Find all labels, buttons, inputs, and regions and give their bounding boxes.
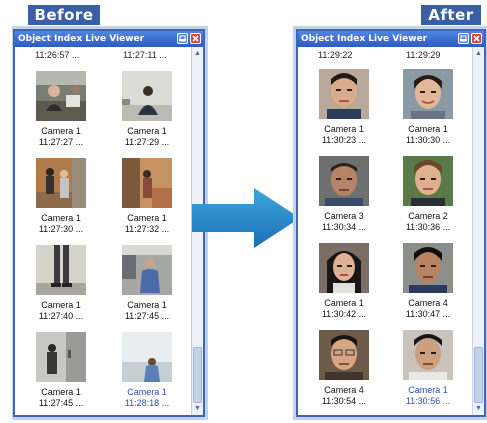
camera-label: Camera 4 bbox=[408, 298, 448, 308]
after-thumbnail-item-selected[interactable]: Camera 1 11:30:56 ... bbox=[393, 330, 463, 407]
face-icon bbox=[403, 156, 453, 206]
after-minimize-button[interactable] bbox=[458, 33, 469, 44]
camera-label: Camera 1 bbox=[324, 124, 364, 134]
door-person-icon bbox=[36, 332, 86, 382]
before-close-button[interactable] bbox=[190, 33, 201, 44]
timestamp: 11:27:30 ... bbox=[38, 224, 84, 234]
before-thumbnail-item-selected[interactable]: Camera 1 11:28:18 ... bbox=[112, 332, 182, 409]
before-thumbnail-item[interactable]: Camera 1 11:27:30 ... bbox=[26, 158, 96, 235]
after-scroll-down-icon[interactable]: ▼ bbox=[474, 404, 483, 413]
camera-label: Camera 2 bbox=[408, 211, 448, 221]
after-thumbnail-item[interactable]: Camera 2 11:30:36 ... bbox=[393, 156, 463, 233]
camera-label: Camera 1 bbox=[41, 213, 81, 223]
timestamp: 11:30:30 ... bbox=[405, 135, 451, 145]
before-scroll-up-icon[interactable]: ▲ bbox=[193, 49, 202, 58]
after-scroll-thumb[interactable] bbox=[474, 347, 483, 403]
before-top-time-1: 11:26:57 ... bbox=[35, 50, 80, 60]
camera-label: Camera 1 bbox=[41, 387, 81, 397]
face-icon bbox=[403, 330, 453, 380]
after-thumbnail-item[interactable]: Camera 1 11:30:30 ... bbox=[393, 69, 463, 146]
timestamp: 11:27:45 ... bbox=[124, 311, 170, 321]
after-thumbnail-item[interactable]: Camera 1 11:30:23 ... bbox=[309, 69, 379, 146]
after-scrollbar[interactable]: ▲ ▼ bbox=[472, 47, 484, 415]
timestamp: 11:30:23 ... bbox=[321, 135, 367, 145]
face-icon bbox=[403, 69, 453, 119]
before-caption: Before bbox=[28, 5, 100, 25]
after-window-title: Object Index Live Viewer bbox=[301, 34, 428, 44]
face-icon bbox=[403, 243, 453, 293]
camera-label: Camera 1 bbox=[408, 124, 448, 134]
before-scroll-down-icon[interactable]: ▼ bbox=[193, 404, 202, 413]
camera-label: Camera 1 bbox=[41, 300, 81, 310]
timestamp: 11:30:42 ... bbox=[321, 309, 367, 319]
close-icon bbox=[192, 35, 199, 42]
before-scroll-thumb[interactable] bbox=[193, 347, 202, 403]
camera-label: Camera 1 bbox=[127, 387, 167, 397]
person-seated-icon bbox=[122, 71, 172, 121]
timestamp: 11:30:36 ... bbox=[405, 222, 451, 232]
timestamp: 11:30:34 ... bbox=[321, 222, 367, 232]
before-top-time-2: 11:27:11 ... bbox=[123, 50, 167, 60]
timestamp: 11:30:47 ... bbox=[405, 309, 451, 319]
camera-label: Camera 1 bbox=[127, 300, 167, 310]
timestamp: 11:27:27 ... bbox=[38, 137, 84, 147]
bright-person-icon bbox=[122, 332, 172, 382]
after-thumbnail-item[interactable]: Camera 3 11:30:34 ... bbox=[309, 156, 379, 233]
office-people-icon bbox=[36, 71, 86, 121]
camera-label: Camera 1 bbox=[127, 213, 167, 223]
minimize-icon bbox=[460, 35, 467, 42]
timestamp: 11:30:54 ... bbox=[321, 396, 367, 406]
before-thumbnail-item[interactable]: Camera 1 11:27:32 ... bbox=[112, 158, 182, 235]
camera-label: Camera 1 bbox=[324, 298, 364, 308]
after-scroll-up-icon[interactable]: ▲ bbox=[474, 49, 483, 58]
face-icon bbox=[319, 243, 369, 293]
timestamp: 11:27:29 ... bbox=[124, 137, 170, 147]
close-icon bbox=[473, 35, 480, 42]
legs-icon bbox=[36, 245, 86, 295]
face-icon bbox=[319, 69, 369, 119]
before-thumbnail-item[interactable]: Camera 1 11:27:29 ... bbox=[112, 71, 182, 148]
timestamp: 11:28:18 ... bbox=[124, 398, 170, 408]
timestamp: 11:27:45 ... bbox=[38, 398, 84, 408]
camera-label: Camera 1 bbox=[41, 126, 81, 136]
timestamp: 11:30:56 ... bbox=[405, 396, 451, 406]
face-icon bbox=[319, 330, 369, 380]
before-titlebar: Object Index Live Viewer bbox=[15, 31, 203, 47]
timestamp: 11:27:32 ... bbox=[124, 224, 170, 234]
hallway-people-icon bbox=[36, 158, 86, 208]
before-minimize-button[interactable] bbox=[177, 33, 188, 44]
after-titlebar: Object Index Live Viewer bbox=[298, 31, 484, 47]
after-viewer-window: Object Index Live Viewer ▲ ▼ 11:29:22 11… bbox=[296, 29, 486, 417]
transition-arrow-icon bbox=[192, 188, 300, 248]
timestamp: 11:27:40 ... bbox=[38, 311, 84, 321]
after-thumbnail-item[interactable]: Camera 4 11:30:54 ... bbox=[309, 330, 379, 407]
after-close-button[interactable] bbox=[471, 33, 482, 44]
face-icon bbox=[319, 156, 369, 206]
after-top-time-2: 11:29:29 bbox=[406, 50, 441, 60]
camera-label: Camera 1 bbox=[127, 126, 167, 136]
person-standing-icon bbox=[122, 245, 172, 295]
before-thumbnail-item[interactable]: Camera 1 11:27:40 ... bbox=[26, 245, 96, 322]
before-thumbnail-item[interactable]: Camera 1 11:27:45 ... bbox=[26, 332, 96, 409]
before-thumbnail-item[interactable]: Camera 1 11:27:27 ... bbox=[26, 71, 96, 148]
doorway-person-icon bbox=[122, 158, 172, 208]
camera-label: Camera 3 bbox=[324, 211, 364, 221]
camera-label: Camera 1 bbox=[408, 385, 448, 395]
camera-label: Camera 4 bbox=[324, 385, 364, 395]
before-viewer-window: Object Index Live Viewer ▲ ▼ 11:26:57 ..… bbox=[13, 29, 205, 417]
before-thumbnail-item[interactable]: Camera 1 11:27:45 ... bbox=[112, 245, 182, 322]
after-caption: After bbox=[421, 5, 481, 25]
after-top-time-1: 11:29:22 bbox=[318, 50, 353, 60]
before-window-title: Object Index Live Viewer bbox=[18, 34, 145, 44]
after-thumbnail-item[interactable]: Camera 4 11:30:47 ... bbox=[393, 243, 463, 320]
after-thumbnail-item[interactable]: Camera 1 11:30:42 ... bbox=[309, 243, 379, 320]
minimize-icon bbox=[179, 35, 186, 42]
